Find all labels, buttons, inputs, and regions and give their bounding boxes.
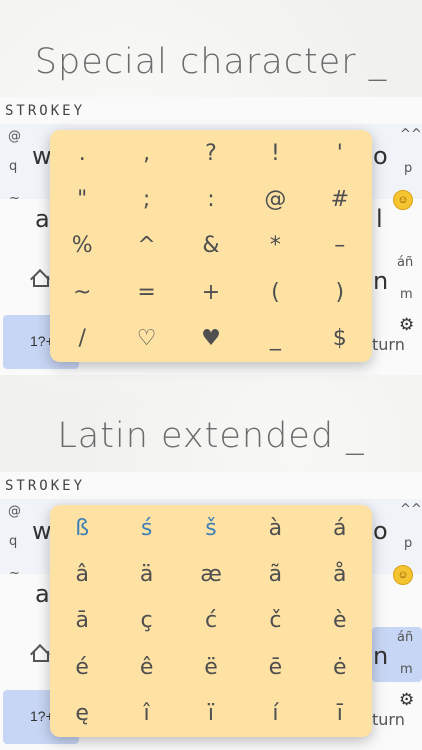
key-o[interactable]: o xyxy=(373,517,388,545)
char-key[interactable]: ė xyxy=(308,644,372,690)
brand-label: STROKEY xyxy=(5,103,86,119)
char-key[interactable]: ę xyxy=(50,691,114,737)
return-key[interactable]: turn xyxy=(372,710,405,729)
char-key[interactable]: . xyxy=(50,130,114,176)
key-caret-hint: ^^ xyxy=(400,502,422,517)
key-q[interactable]: q xyxy=(9,159,17,174)
char-key[interactable]: å xyxy=(308,551,372,597)
emoji-icon[interactable]: ☺ xyxy=(393,565,413,585)
char-key[interactable]: ß xyxy=(50,505,114,551)
char-key[interactable]: : xyxy=(179,176,243,222)
char-key[interactable]: $ xyxy=(308,316,372,362)
char-key[interactable]: ~ xyxy=(50,269,114,315)
char-key[interactable]: / xyxy=(50,316,114,362)
char-key[interactable]: î xyxy=(114,691,178,737)
char-key[interactable]: ! xyxy=(243,130,307,176)
char-key[interactable]: á xyxy=(308,505,372,551)
gear-icon[interactable]: ⚙ xyxy=(399,690,414,710)
key-o[interactable]: o xyxy=(373,142,388,170)
key-m[interactable]: m xyxy=(400,662,413,677)
char-key[interactable]: # xyxy=(308,176,372,222)
char-key[interactable]: æ xyxy=(179,551,243,597)
key-accent-hint: áñ xyxy=(397,255,414,270)
char-key[interactable]: ć xyxy=(179,598,243,644)
latin-extended-popup: ßśšàá âäæãå āçćčè éêëēė ęîïíī xyxy=(50,505,372,737)
return-key[interactable]: turn xyxy=(372,335,405,354)
key-w[interactable]: w xyxy=(32,517,52,545)
key-a[interactable]: a xyxy=(35,205,50,233)
char-key[interactable]: % xyxy=(50,223,114,269)
char-key[interactable]: – xyxy=(308,223,372,269)
char-key[interactable]: ā xyxy=(50,598,114,644)
char-key[interactable]: ♡ xyxy=(114,316,178,362)
key-p[interactable]: p xyxy=(404,536,412,551)
char-key[interactable]: é xyxy=(50,644,114,690)
key-w[interactable]: w xyxy=(32,142,52,170)
char-key[interactable]: _ xyxy=(243,316,307,362)
home-icon[interactable] xyxy=(30,644,50,662)
char-key[interactable]: ç xyxy=(114,598,178,644)
key-n[interactable]: n xyxy=(373,267,388,295)
char-key[interactable]: ; xyxy=(114,176,178,222)
latin-extended-grid: ßśšàá âäæãå āçćčè éêëēė ęîïíī xyxy=(50,505,372,737)
char-key[interactable]: * xyxy=(243,223,307,269)
key-tilde-hint: ~ xyxy=(9,191,20,206)
char-key[interactable]: ś xyxy=(114,505,178,551)
key-at-hint: @ xyxy=(8,129,21,144)
key-caret-hint: ^^ xyxy=(400,127,422,142)
char-key[interactable]: ) xyxy=(308,269,372,315)
char-key[interactable]: = xyxy=(114,269,178,315)
gear-icon[interactable]: ⚙ xyxy=(399,315,414,335)
key-m[interactable]: m xyxy=(400,287,413,302)
key-at-hint: @ xyxy=(8,504,21,519)
char-key[interactable]: š xyxy=(179,505,243,551)
char-key[interactable]: č xyxy=(243,598,307,644)
key-tilde-hint: ~ xyxy=(9,566,20,581)
special-character-popup: .,?! ' ";: @ #% ^ & * – ~ = +() / ♡ ♥ _ $ xyxy=(50,130,372,362)
char-key[interactable]: à xyxy=(243,505,307,551)
char-key[interactable]: ê xyxy=(114,644,178,690)
key-q[interactable]: q xyxy=(9,534,17,549)
latin-extended-heading: Latin extended _ xyxy=(57,416,365,456)
char-key[interactable]: & xyxy=(179,223,243,269)
special-character-grid: .,?! ' ";: @ #% ^ & * – ~ = +() / ♡ ♥ _ $ xyxy=(50,130,372,362)
key-l[interactable]: l xyxy=(376,205,383,233)
char-key[interactable]: + xyxy=(179,269,243,315)
char-key[interactable]: ^ xyxy=(114,223,178,269)
char-key[interactable]: ♥ xyxy=(179,316,243,362)
char-key[interactable]: ī xyxy=(308,691,372,737)
char-key[interactable]: í xyxy=(243,691,307,737)
emoji-icon[interactable]: ☺ xyxy=(393,190,413,210)
char-key[interactable]: " xyxy=(50,176,114,222)
char-key[interactable]: è xyxy=(308,598,372,644)
char-key[interactable]: ? xyxy=(179,130,243,176)
home-icon[interactable] xyxy=(30,269,50,287)
char-key[interactable]: , xyxy=(114,130,178,176)
key-n[interactable]: n xyxy=(373,642,388,670)
char-key[interactable]: ä xyxy=(114,551,178,597)
char-key[interactable]: ï xyxy=(179,691,243,737)
char-key[interactable]: â xyxy=(50,551,114,597)
key-p[interactable]: p xyxy=(404,161,412,176)
key-a[interactable]: a xyxy=(35,580,50,608)
char-key[interactable]: @ xyxy=(243,176,307,222)
char-key[interactable]: ã xyxy=(243,551,307,597)
char-key[interactable]: ē xyxy=(243,644,307,690)
key-accent-hint: áñ xyxy=(397,630,414,645)
brand-label: STROKEY xyxy=(5,478,86,494)
special-character-heading: Special character _ xyxy=(34,42,388,82)
char-key[interactable]: ' xyxy=(308,130,372,176)
char-key[interactable]: ë xyxy=(179,644,243,690)
char-key[interactable]: ( xyxy=(243,269,307,315)
